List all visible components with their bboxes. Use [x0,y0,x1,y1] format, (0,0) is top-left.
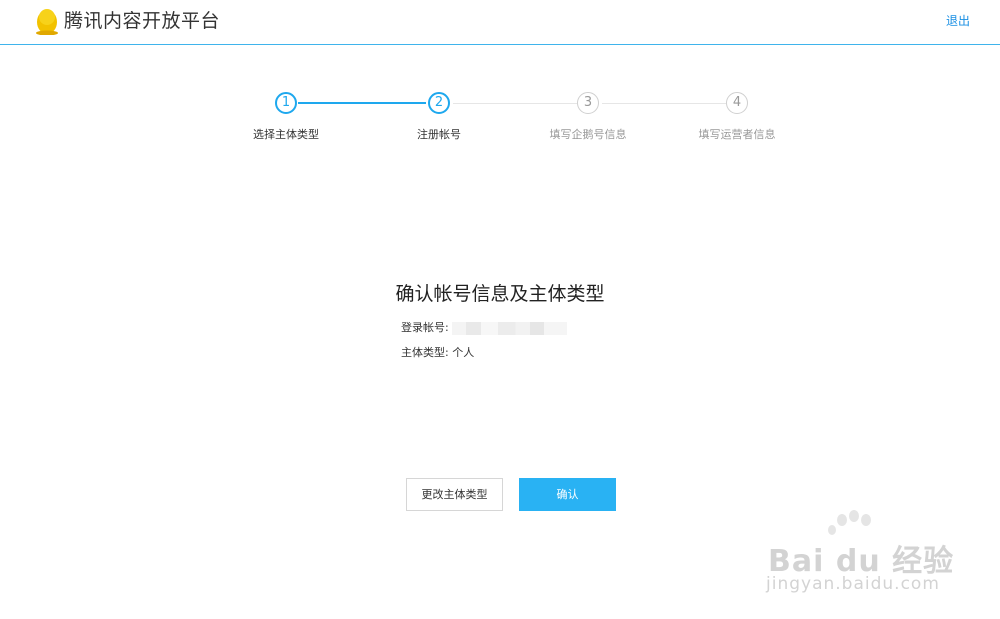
penguin-logo-icon [36,9,58,35]
type-row: 主体类型: 个人 [401,346,474,360]
brand-title: 腾讯内容开放平台 [64,10,221,32]
step-connector-2 [453,103,577,104]
type-label: 主体类型: [401,346,449,359]
step-1-circle: 1 [275,92,297,114]
step-connector-3 [602,103,726,104]
change-type-button[interactable]: 更改主体类型 [406,478,503,511]
type-value: 个人 [452,346,475,359]
account-row: 登录帐号: [401,321,567,335]
logout-link[interactable]: 退出 [946,13,970,29]
blurred-account-value [451,321,567,335]
confirm-button[interactable]: 确认 [519,478,616,511]
step-4-label: 填写运营者信息 [698,128,776,141]
watermark-url: jingyan.baidu.com [766,574,940,594]
step-2-circle: 2 [428,92,450,114]
step-connector-1 [298,102,426,104]
account-label: 登录帐号: [401,321,449,334]
step-2-label: 注册帐号 [417,128,461,141]
step-4-circle: 4 [726,92,748,114]
step-3-circle: 3 [577,92,599,114]
page-title: 确认帐号信息及主体类型 [395,283,605,305]
step-3-label: 填写企鹅号信息 [549,128,627,141]
top-header: 腾讯内容开放平台 退出 [0,0,1000,45]
step-1-label: 选择主体类型 [253,128,319,141]
